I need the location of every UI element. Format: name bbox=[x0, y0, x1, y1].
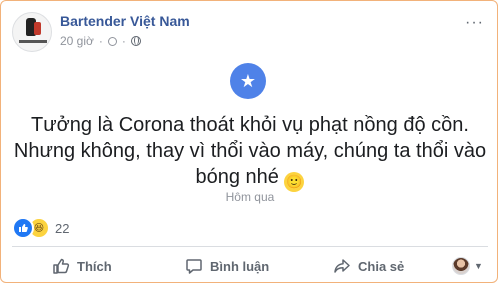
comment-icon bbox=[186, 259, 202, 274]
smiley-emoji-icon: 🙂 bbox=[284, 172, 305, 192]
separator-dot: · bbox=[121, 34, 126, 48]
separator-dot: · bbox=[98, 34, 103, 48]
clock-icon bbox=[107, 36, 117, 46]
post-date: Hôm qua bbox=[225, 190, 275, 204]
page-name-link[interactable]: Bartender Việt Nam bbox=[60, 13, 190, 29]
post-text-segment: bóng nhé bbox=[195, 166, 279, 188]
like-label: Thích bbox=[77, 258, 112, 274]
thumbs-up-icon bbox=[53, 258, 70, 274]
like-button[interactable]: Thích bbox=[52, 252, 112, 280]
reaction-count[interactable]: 22 bbox=[55, 221, 69, 236]
more-options-button[interactable]: ··· bbox=[465, 14, 484, 32]
post-time[interactable]: 20 giờ bbox=[60, 34, 94, 48]
post-text-line: Tưởng là Corona thoát khỏi vụ phạt nồng … bbox=[31, 114, 469, 136]
chevron-down-icon: ▼ bbox=[474, 261, 483, 271]
avatar-caption bbox=[19, 40, 47, 43]
like-reaction-icon bbox=[12, 217, 34, 239]
reactions-summary[interactable]: 😆 22 bbox=[12, 217, 69, 239]
action-bar: Thích Bình luận Chia sẻ ▼ bbox=[0, 252, 500, 280]
share-icon bbox=[334, 259, 350, 273]
comment-label: Bình luận bbox=[210, 258, 270, 274]
post-as-selector[interactable]: ▼ bbox=[452, 252, 483, 280]
comment-button[interactable]: Bình luận bbox=[185, 252, 269, 280]
post-text-line: bóng nhé 🙂 bbox=[0, 164, 500, 192]
post-text-line: Nhưng không, thay vì thổi vào máy, chúng… bbox=[13, 140, 487, 162]
divider bbox=[12, 246, 488, 247]
avatar-figure-accent bbox=[34, 22, 41, 35]
page-avatar[interactable] bbox=[12, 12, 52, 52]
share-label: Chia sẻ bbox=[358, 258, 405, 274]
viewer-avatar bbox=[452, 257, 470, 275]
share-button[interactable]: Chia sẻ bbox=[333, 252, 404, 280]
globe-icon[interactable] bbox=[130, 36, 141, 46]
star-icon: ★ bbox=[230, 63, 266, 99]
post-text: Tưởng là Corona thoát khỏi vụ phạt nồng … bbox=[0, 112, 500, 192]
post-meta: 20 giờ · · bbox=[60, 34, 141, 48]
